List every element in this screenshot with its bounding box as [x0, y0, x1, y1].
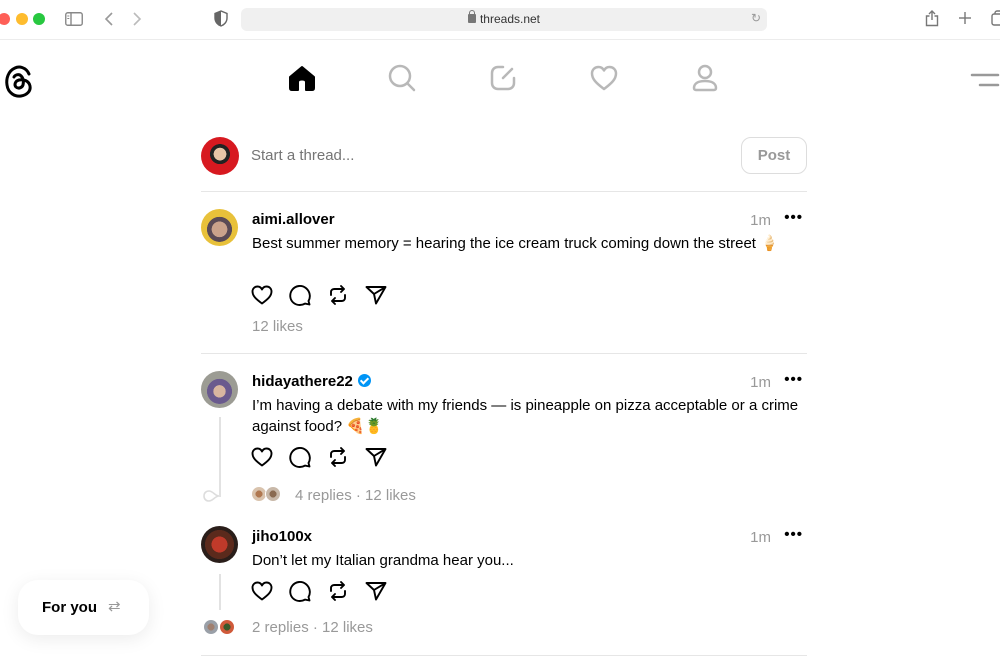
minimize-window-button[interactable] — [16, 13, 28, 25]
switch-arrows-icon: ⇄ — [108, 598, 121, 615]
threads-logo[interactable] — [3, 63, 35, 99]
new-tab-icon[interactable] — [958, 11, 972, 30]
more-options-button[interactable]: ••• — [784, 209, 803, 226]
compose-icon — [490, 65, 516, 96]
post-username[interactable]: hidayathere22 — [252, 373, 371, 390]
heart-icon — [251, 285, 273, 310]
privacy-shield-icon[interactable] — [214, 10, 228, 32]
verified-badge-icon — [357, 374, 371, 387]
post-time: 1m — [750, 212, 771, 229]
reload-icon[interactable]: ↻ — [751, 11, 761, 25]
post: aimi.allover 1m ••• Best summer memory =… — [201, 209, 807, 344]
post-text: I’m having a debate with my friends — is… — [252, 397, 799, 435]
post-username[interactable]: aimi.allover — [252, 211, 335, 228]
post-actions — [251, 580, 387, 607]
more-options-button[interactable]: ••• — [784, 526, 803, 543]
share-button[interactable] — [365, 285, 387, 310]
post-stats[interactable]: 2 replies · 12 likes — [252, 619, 373, 636]
sidebar-toggle-icon[interactable] — [65, 12, 83, 31]
divider — [201, 353, 807, 354]
feed-switcher-label: For you — [42, 599, 97, 616]
repost-button[interactable] — [327, 446, 349, 473]
post-username[interactable]: jiho100x — [252, 528, 312, 545]
post-avatar[interactable] — [201, 526, 238, 563]
thread-line — [219, 574, 221, 610]
heart-icon — [251, 447, 273, 472]
post-text: Best summer memory = hearing the ice cre… — [252, 235, 779, 252]
post-time: 1m — [750, 374, 771, 391]
repost-icon — [328, 446, 348, 473]
reply-button[interactable] — [289, 284, 311, 311]
comment-icon — [289, 284, 311, 311]
divider — [201, 191, 807, 192]
profile-icon — [692, 64, 718, 97]
post-text: Don’t let my Italian grandma hear you... — [252, 552, 514, 569]
menu-icon — [968, 73, 1000, 92]
replier-avatar — [203, 619, 219, 635]
post-time: 1m — [750, 529, 771, 546]
post-stats[interactable]: 12 likes — [252, 318, 303, 335]
heart-icon — [590, 65, 618, 96]
post-avatar[interactable] — [201, 209, 238, 246]
nav-home[interactable] — [284, 62, 320, 98]
start-thread-input[interactable] — [251, 147, 701, 164]
repost-icon — [328, 580, 348, 607]
repost-button[interactable] — [327, 580, 349, 607]
current-user-avatar[interactable] — [201, 137, 239, 175]
post: jiho100x 1m ••• Don’t let my Italian gra… — [201, 526, 807, 646]
like-button[interactable] — [251, 447, 273, 472]
like-button[interactable] — [251, 581, 273, 606]
like-button[interactable] — [251, 285, 273, 310]
nav-search[interactable] — [384, 62, 420, 98]
share-button[interactable] — [365, 581, 387, 606]
nav-compose[interactable] — [485, 62, 521, 98]
post-stats[interactable]: 4 replies · 12 likes — [295, 487, 416, 504]
url-text: threads.net — [479, 12, 541, 26]
post: hidayathere22 1m ••• I’m having a debate… — [201, 371, 807, 511]
search-icon — [388, 64, 416, 97]
reply-button[interactable] — [289, 446, 311, 473]
comment-icon — [289, 446, 311, 473]
post-button[interactable]: Post — [741, 137, 807, 174]
forward-icon[interactable] — [132, 11, 142, 32]
post-avatar[interactable] — [201, 371, 238, 408]
repost-icon — [328, 284, 348, 311]
thread-line — [219, 417, 221, 497]
send-icon — [365, 447, 387, 472]
replier-avatar — [265, 486, 281, 502]
post-actions — [251, 446, 387, 473]
send-icon — [365, 285, 387, 310]
menu-button[interactable] — [968, 72, 1000, 93]
repost-button[interactable] — [327, 284, 349, 311]
heart-icon — [251, 581, 273, 606]
nav-profile[interactable] — [687, 62, 723, 98]
post-actions — [251, 284, 387, 311]
more-options-button[interactable]: ••• — [784, 371, 803, 388]
home-icon — [288, 65, 316, 96]
close-window-button[interactable] — [0, 13, 10, 25]
send-icon — [365, 581, 387, 606]
replier-avatar — [219, 619, 235, 635]
lock-icon — [467, 10, 476, 23]
thread-composer: Post — [201, 137, 807, 175]
thread-loop-icon — [203, 489, 220, 508]
share-icon[interactable] — [925, 9, 939, 32]
divider — [201, 655, 807, 656]
tab-overview-icon[interactable] — [991, 10, 1000, 31]
back-icon[interactable] — [104, 11, 114, 32]
comment-icon — [289, 580, 311, 607]
address-bar[interactable]: threads.net ↻ — [241, 8, 767, 31]
nav-activity[interactable] — [586, 62, 622, 98]
browser-toolbar: threads.net ↻ — [0, 0, 1000, 40]
feed-switcher-button[interactable]: For you ⇄ — [18, 580, 149, 635]
maximize-window-button[interactable] — [33, 13, 45, 25]
share-button[interactable] — [365, 447, 387, 472]
reply-button[interactable] — [289, 580, 311, 607]
